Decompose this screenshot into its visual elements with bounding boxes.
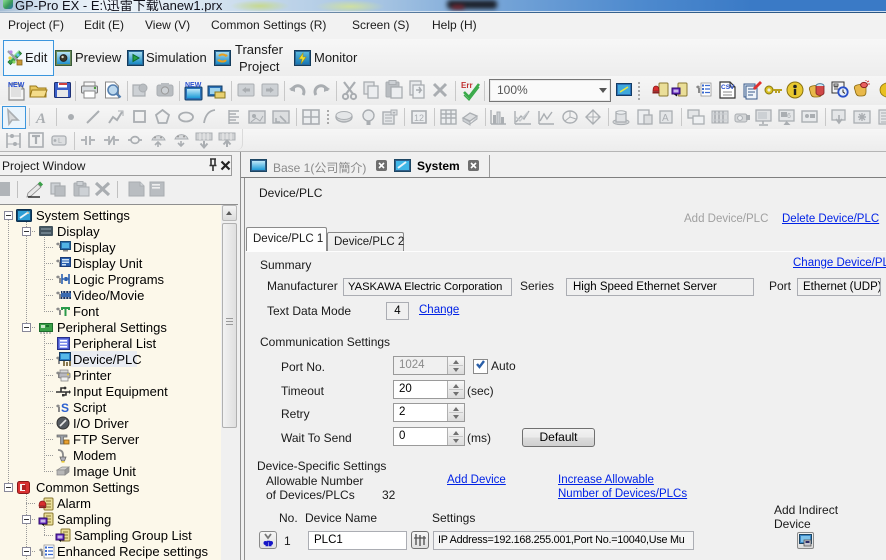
svg-text:NEW: NEW <box>8 82 25 89</box>
svg-text:S: S <box>61 401 69 415</box>
svg-text:6: 6 <box>787 113 791 120</box>
svg-text:A: A <box>35 111 46 127</box>
svg-text:Err: Err <box>461 81 473 90</box>
svg-text:12: 12 <box>414 113 424 123</box>
svg-text:A: A <box>662 113 669 124</box>
svg-text:NEW: NEW <box>185 82 202 89</box>
svg-text:L: L <box>58 138 62 145</box>
svg-text:CSV: CSV <box>721 84 735 91</box>
